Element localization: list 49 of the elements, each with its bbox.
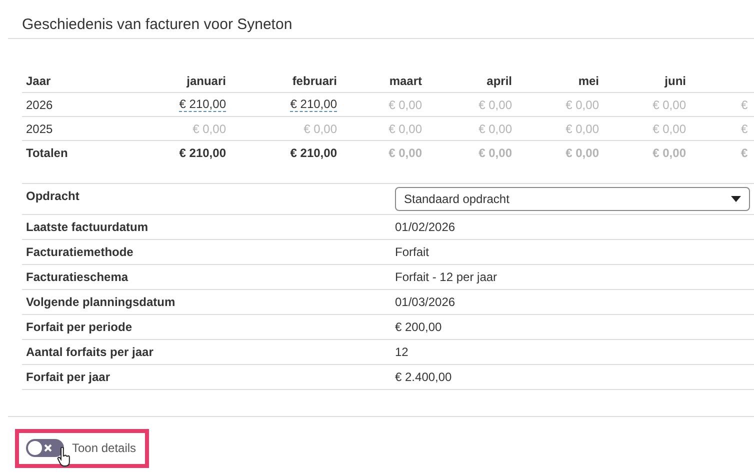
- amount-cell: € 210,00: [290, 146, 337, 160]
- amount-cell: € 0,00: [566, 122, 599, 136]
- column-header: maart: [337, 69, 422, 93]
- year-cell-text: Totalen: [25, 145, 69, 162]
- column-header: februari: [226, 69, 337, 93]
- amount-cell: € 0,00: [652, 122, 686, 136]
- amount-cell: € 0,00: [304, 122, 337, 136]
- detail-label: Forfait per jaar: [25, 369, 112, 386]
- assignment-dropdown[interactable]: Standaard opdracht: [395, 187, 750, 211]
- detail-label: Facturatiemethode: [25, 244, 134, 261]
- amount-cell: € 0,00: [388, 98, 422, 112]
- amount-cell: €: [741, 98, 748, 112]
- amount-cell: €: [741, 146, 748, 160]
- amount-cell: € 0,00: [388, 146, 422, 160]
- amount-cell: € 0,00: [652, 98, 686, 112]
- amount-cell: € 0,00: [478, 122, 512, 136]
- detail-value: 01/02/2026: [395, 219, 456, 236]
- column-header: Jaar: [22, 69, 140, 93]
- detail-value: € 2.400,00: [395, 369, 453, 386]
- detail-value: Forfait - 12 per jaar: [395, 269, 498, 286]
- amount-cell: €: [741, 122, 748, 136]
- amount-cell: € 210,00: [179, 146, 226, 160]
- detail-value: 12: [395, 344, 410, 361]
- amount-cell: € 0,00: [652, 146, 686, 160]
- amount-cell: € 0,00: [566, 98, 599, 112]
- detail-label: Volgende planningsdatum: [25, 294, 176, 311]
- year-cell: 2026: [22, 93, 140, 117]
- detail-value: € 200,00: [395, 319, 443, 336]
- amount-cell: € 0,00: [478, 146, 512, 160]
- page-title: Geschiedenis van facturen voor Syneton: [8, 0, 754, 39]
- detail-label: Opdracht: [25, 188, 80, 205]
- column-header: juni: [599, 69, 686, 93]
- toggle-label: Toon details: [72, 441, 136, 455]
- detail-label: Laatste factuurdatum: [25, 219, 150, 236]
- column-header: januari: [140, 69, 226, 93]
- amount-cell: € 0,00: [192, 122, 226, 136]
- detail-label: Facturatieschema: [25, 269, 130, 286]
- amount-cell: € 0,00: [566, 146, 599, 160]
- column-header: april: [422, 69, 512, 93]
- amount-cell: € 0,00: [388, 122, 422, 136]
- detail-value: 01/03/2026: [395, 294, 456, 311]
- column-header: mei: [512, 69, 599, 93]
- detail-label: Forfait per periode: [25, 319, 134, 336]
- year-cell: 2025: [22, 117, 140, 141]
- amount-link[interactable]: € 210,00: [179, 97, 226, 112]
- detail-value: Forfait: [395, 244, 430, 261]
- amount-cell: € 0,00: [478, 98, 512, 112]
- amount-link[interactable]: € 210,00: [290, 97, 337, 112]
- detail-label: Aantal forfaits per jaar: [25, 344, 154, 361]
